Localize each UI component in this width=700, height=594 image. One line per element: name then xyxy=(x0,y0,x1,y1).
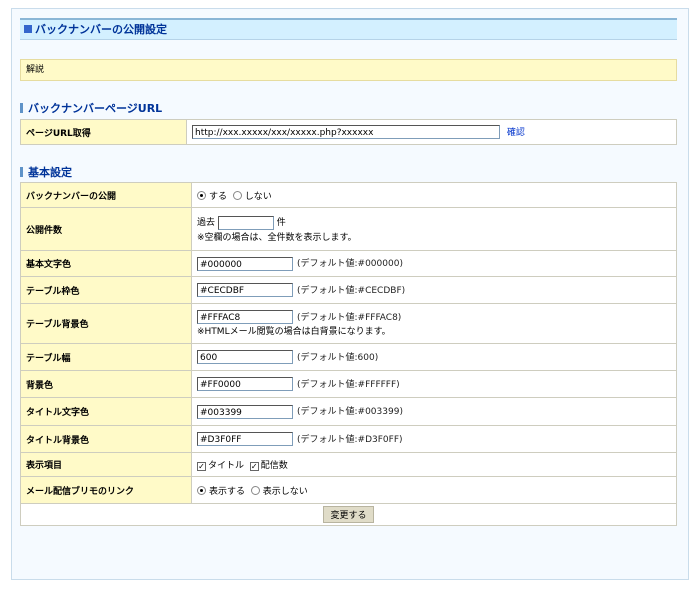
url-table: ページURL取得 http://xxx.xxxxx/xxx/xxxxx.php?… xyxy=(20,119,677,145)
publish-cell: する しない xyxy=(191,182,677,208)
table-bg-cell: #FFFAC8 (デフォルト値:#FFFAC8) ※HTMLメール閲覧の場合は白背… xyxy=(191,303,677,344)
title-color-input[interactable]: #003399 xyxy=(197,404,293,419)
link-show-radio[interactable] xyxy=(197,485,206,495)
url-input[interactable]: http://xxx.xxxxx/xxx/xxxxx.php?xxxxxx xyxy=(192,125,500,140)
count-checkbox[interactable]: ✓ xyxy=(249,462,259,471)
border-color-label: テーブル枠色 xyxy=(20,276,192,304)
basic-section-heading: 基本設定 xyxy=(20,164,72,180)
description-box: 解説 xyxy=(20,59,677,81)
bg-color-hint: (デフォルト値:#FFFFFF) xyxy=(297,379,400,390)
table-width-hint: (デフォルト値:600) xyxy=(297,352,379,363)
table-bg-hint: (デフォルト値:#FFFAC8) xyxy=(297,312,402,323)
title-color-cell: #003399 (デフォルト値:#003399) xyxy=(191,397,677,426)
page-title-text: バックナンバーの公開設定 xyxy=(35,23,167,36)
link-hide-label: 表示しない xyxy=(262,486,308,497)
table-bg-note: ※HTMLメール閲覧の場合は白背景になります。 xyxy=(197,327,391,338)
title-bg-hint: (デフォルト値:#D3F0FF) xyxy=(297,434,403,445)
title-square-icon xyxy=(24,25,32,33)
table-width-input[interactable]: 600 xyxy=(197,350,293,365)
url-section-heading-text: バックナンバーページURL xyxy=(28,102,163,115)
title-color-label: タイトル文字色 xyxy=(20,397,192,426)
border-color-input[interactable]: #CECDBF xyxy=(197,283,293,298)
publish-label: バックナンバーの公開 xyxy=(20,182,192,208)
link-hide-radio[interactable] xyxy=(250,485,260,495)
text-color-cell: #000000 (デフォルト値:#000000) xyxy=(191,250,677,277)
bg-color-input[interactable]: #FF0000 xyxy=(197,377,293,392)
basic-section-heading-text: 基本設定 xyxy=(28,166,72,179)
count-cell: 過去 件 ※空欄の場合は、全件数を表示します。 xyxy=(191,207,677,251)
publish-yes-label: する xyxy=(209,191,228,202)
count-prefix: 過去 xyxy=(197,218,216,229)
link-label: メール配信ブリモのリンク xyxy=(20,476,192,504)
table-width-cell: 600 (デフォルト値:600) xyxy=(191,343,677,371)
text-color-input[interactable]: #000000 xyxy=(197,256,293,271)
confirm-link[interactable]: 確認 xyxy=(507,128,525,138)
basic-settings-table: バックナンバーの公開 する しない 公開件数 過去 件 ※空欄の場合は、全件数を… xyxy=(20,182,677,526)
title-checkbox[interactable]: ✓ xyxy=(197,462,206,471)
table-bg-input[interactable]: #FFFAC8 xyxy=(197,310,293,325)
count-input[interactable] xyxy=(217,215,274,230)
title-color-hint: (デフォルト値:#003399) xyxy=(297,407,403,418)
count-checkbox-label: 配信数 xyxy=(260,461,288,471)
title-bg-cell: #D3F0FF (デフォルト値:#D3F0FF) xyxy=(191,425,677,453)
submit-button[interactable]: 変更する xyxy=(323,506,374,523)
link-cell: 表示する 表示しない xyxy=(191,476,677,504)
title-checkbox-label: タイトル xyxy=(208,461,245,471)
border-color-cell: #CECDBF (デフォルト値:#CECDBF) xyxy=(191,276,677,304)
bg-color-cell: #FF0000 (デフォルト値:#FFFFFF) xyxy=(191,370,677,398)
table-bg-label: テーブル背景色 xyxy=(20,303,192,344)
text-color-hint: (デフォルト値:#000000) xyxy=(297,259,403,270)
bg-color-label: 背景色 xyxy=(20,370,192,398)
table-width-label: テーブル幅 xyxy=(20,343,192,371)
publish-yes-radio[interactable] xyxy=(197,190,206,200)
publish-no-label: しない xyxy=(244,191,272,202)
count-note: ※空欄の場合は、全件数を表示します。 xyxy=(197,232,357,243)
title-bg-input[interactable]: #D3F0FF xyxy=(197,432,293,447)
heading-bar-icon xyxy=(20,103,23,113)
publish-no-radio[interactable] xyxy=(232,190,242,200)
title-bg-label: タイトル背景色 xyxy=(20,425,192,453)
link-show-label: 表示する xyxy=(209,486,246,497)
url-label: ページURL取得 xyxy=(20,119,187,145)
display-items-cell: ✓ タイトル ✓ 配信数 xyxy=(191,452,677,477)
count-suffix: 件 xyxy=(276,218,286,229)
url-section-heading: バックナンバーページURL xyxy=(20,100,162,116)
border-color-hint: (デフォルト値:#CECDBF) xyxy=(297,285,406,296)
submit-cell: 変更する xyxy=(20,503,677,526)
page-title: バックナンバーの公開設定 xyxy=(20,18,677,40)
text-color-label: 基本文字色 xyxy=(20,250,192,277)
display-items-label: 表示項目 xyxy=(20,452,192,477)
count-label: 公開件数 xyxy=(20,207,192,251)
heading-bar-icon xyxy=(20,167,23,177)
url-cell: http://xxx.xxxxx/xxx/xxxxx.php?xxxxxx 確認 xyxy=(186,119,677,145)
